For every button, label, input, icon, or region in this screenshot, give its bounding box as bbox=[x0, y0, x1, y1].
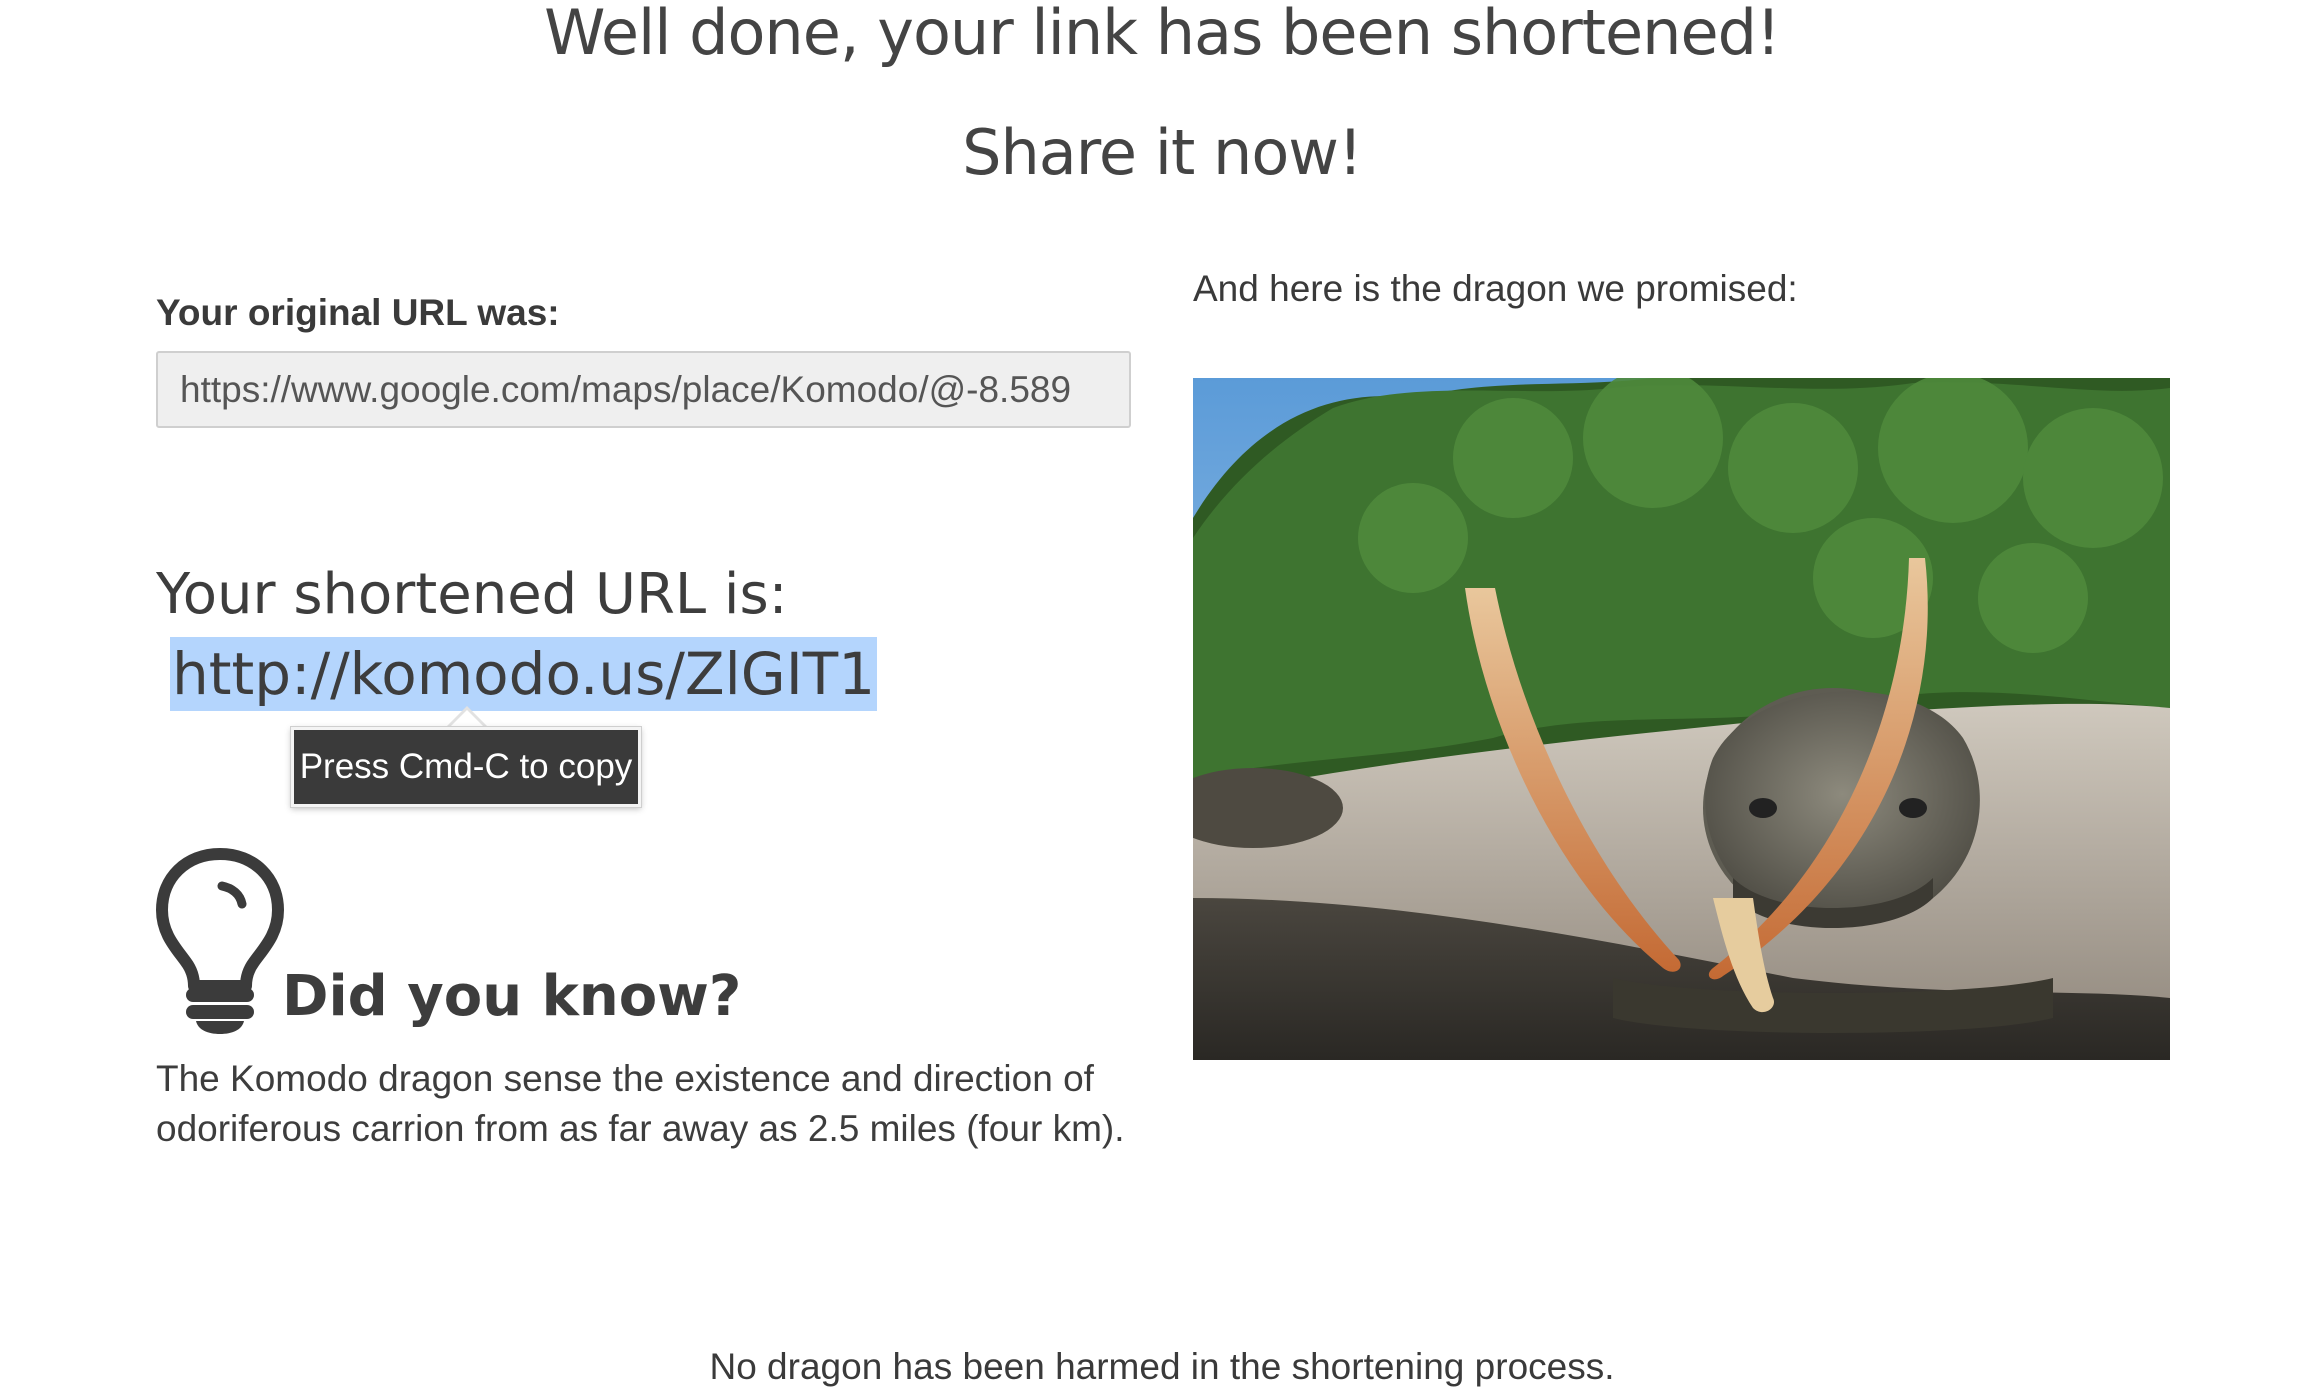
lightbulb-icon bbox=[156, 848, 284, 1034]
original-url-field[interactable] bbox=[156, 351, 1131, 428]
did-you-know-heading: Did you know? bbox=[282, 964, 742, 1029]
footer-text: No dragon has been harmed in the shorten… bbox=[709, 1346, 1615, 1387]
page-title: Well done, your link has been shortened! bbox=[544, 0, 1781, 69]
shortened-url-label: Your shortened URL is: bbox=[156, 562, 788, 627]
shortened-url-link[interactable]: http://komodo.us/ZlGIT1 bbox=[170, 637, 878, 711]
original-url-label: Your original URL was: bbox=[156, 292, 560, 333]
copy-tooltip: Press Cmd-C to copy bbox=[291, 727, 641, 807]
komodo-dragon-image bbox=[1193, 378, 2170, 1060]
page-subtitle: Share it now! bbox=[962, 116, 1363, 189]
did-you-know-text: The Komodo dragon sense the existence an… bbox=[156, 1058, 1125, 1149]
dragon-label: And here is the dragon we promised: bbox=[1193, 268, 1798, 309]
